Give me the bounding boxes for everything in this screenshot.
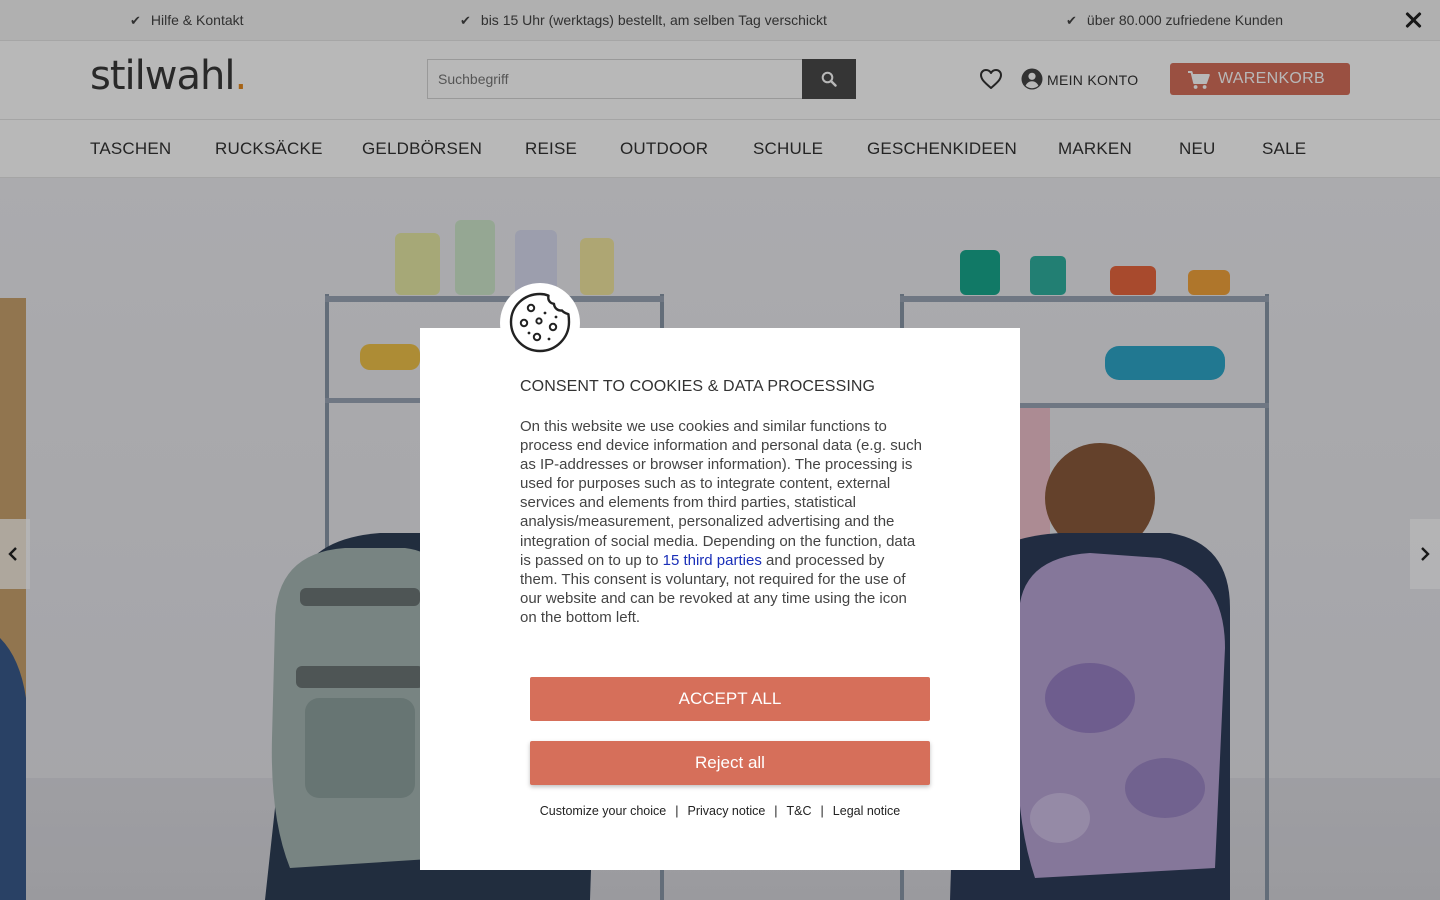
consent-text: On this website we use cookies and simil… [520, 417, 925, 627]
accept-all-button[interactable]: ACCEPT ALL [530, 677, 930, 721]
third-parties-link[interactable]: 15 third parties [663, 552, 762, 569]
cookie-consent-dialog: CONSENT TO COOKIES & DATA PROCESSING On … [420, 328, 1020, 870]
consent-text-part: On this website we use cookies and simil… [520, 418, 922, 569]
reject-all-button[interactable]: Reject all [530, 741, 930, 785]
link-separator: | [774, 804, 778, 818]
consent-title: CONSENT TO COOKIES & DATA PROCESSING [520, 378, 876, 395]
link-separator: | [820, 804, 824, 818]
cookie-badge [500, 283, 580, 363]
legal-notice-link[interactable]: Legal notice [833, 804, 900, 818]
consent-footer-links: Customize your choice | Privacy notice | T&C… [420, 804, 1020, 818]
link-separator: | [675, 804, 679, 818]
privacy-notice-link[interactable]: Privacy notice [687, 804, 765, 818]
cookie-icon [509, 292, 571, 353]
customize-choice-link[interactable]: Customize your choice [540, 804, 666, 818]
terms-link[interactable]: T&C [787, 804, 812, 818]
